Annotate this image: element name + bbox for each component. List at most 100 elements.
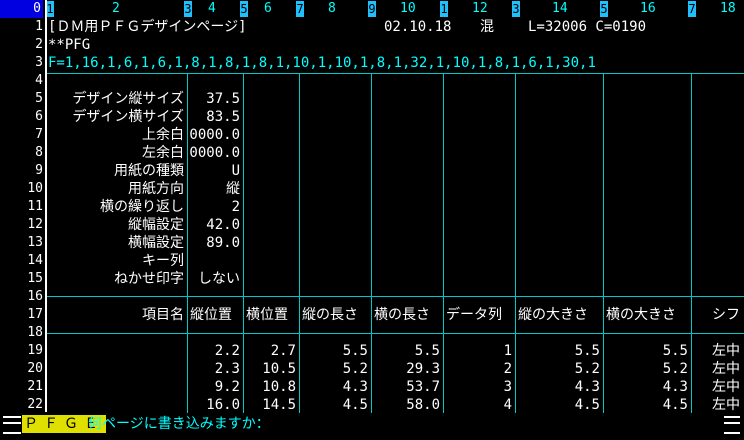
table-cell[interactable]: 58.0 xyxy=(372,396,440,414)
table-cell[interactable]: 5.5 xyxy=(604,342,688,360)
row-number: 12 xyxy=(27,217,43,232)
table-cell[interactable]: 2.7 xyxy=(244,342,296,360)
column-header: 横の長さ xyxy=(374,307,430,323)
header-line-info: L=32006 C=0190 xyxy=(528,19,647,35)
row-number: 18 xyxy=(27,325,43,340)
table-cell[interactable]: 2 xyxy=(444,360,512,378)
column-header: 縦の長さ xyxy=(302,307,358,323)
ruler-tick: 7 xyxy=(296,1,304,17)
menu-icon[interactable] xyxy=(724,416,740,434)
table-cell[interactable]: 4.5 xyxy=(516,396,600,414)
setting-value[interactable]: 42.0 xyxy=(188,216,240,234)
setting-value[interactable]: しない xyxy=(188,270,240,288)
column-header: データ列 xyxy=(446,307,502,323)
table-cell[interactable]: 左中 xyxy=(712,360,740,378)
setting-value[interactable]: 縦 xyxy=(188,180,240,198)
ruler-tick: 5 xyxy=(600,1,608,17)
status-bar: ＰＦＧＥ 何ページに書き込みますか： xyxy=(0,413,744,440)
setting-value[interactable]: 83.5 xyxy=(188,108,240,126)
grid-header-top-line xyxy=(47,296,744,297)
table-cell[interactable]: 4.3 xyxy=(516,378,600,396)
grid-col-line xyxy=(691,73,692,413)
setting-label: 用紙方向 xyxy=(128,181,184,197)
command-prompt[interactable]: 何ページに書き込みますか： xyxy=(88,415,270,433)
table-cell[interactable]: 9.2 xyxy=(188,378,240,396)
setting-value[interactable]: U xyxy=(188,162,240,180)
ruler-current-row: 0 xyxy=(0,0,43,18)
setting-label: 横幅設定 xyxy=(128,235,184,251)
row-number: 21 xyxy=(27,379,43,394)
table-cell[interactable]: 53.7 xyxy=(372,378,440,396)
row-number: 10 xyxy=(27,181,43,196)
setting-value[interactable]: 0000.0 xyxy=(188,126,240,144)
menu-icon[interactable] xyxy=(3,416,21,434)
column-header: シフ xyxy=(712,307,740,323)
column-ruler: 0 1 2 3 4 5 6 7 8 9 10 1 12 3 14 5 16 7 … xyxy=(0,0,744,18)
ruler-label: 18 xyxy=(720,1,736,16)
row-number: 5 xyxy=(35,91,43,106)
column-header: 横の大きさ xyxy=(606,307,676,323)
ruler-label: 12 xyxy=(472,1,488,16)
row-number: 13 xyxy=(27,235,43,250)
table-cell[interactable]: 5.2 xyxy=(516,360,600,378)
table-cell[interactable]: 4.5 xyxy=(604,396,688,414)
row-number: 7 xyxy=(35,127,43,142)
table-cell[interactable]: 5.2 xyxy=(300,360,368,378)
table-cell[interactable]: 2.2 xyxy=(188,342,240,360)
grid-header-bottom-line xyxy=(47,333,744,334)
ruler-label: 16 xyxy=(640,1,656,16)
column-header: 縦の大きさ xyxy=(518,307,588,323)
table-cell[interactable]: 左中 xyxy=(712,342,740,360)
table-cell[interactable]: 3 xyxy=(444,378,512,396)
ruler-label: 4 xyxy=(208,1,216,16)
column-header: 横位置 xyxy=(246,307,288,323)
row-number: 6 xyxy=(35,109,43,124)
ruler-tick: 1 xyxy=(46,1,54,17)
table-cell[interactable]: 14.5 xyxy=(244,396,296,414)
table-cell[interactable]: 29.3 xyxy=(372,360,440,378)
ruler-label: 8 xyxy=(328,1,336,16)
column-header-item-name: 項目名 xyxy=(142,307,184,323)
row-number: 14 xyxy=(27,253,43,268)
table-cell[interactable]: 左中 xyxy=(712,378,740,396)
ruler-tick: 1 xyxy=(440,1,448,17)
setting-label: 横の繰り返し xyxy=(100,199,184,215)
row-number: 19 xyxy=(27,343,43,358)
table-cell[interactable]: 10.8 xyxy=(244,378,296,396)
table-cell[interactable]: 4.5 xyxy=(300,396,368,414)
table-cell[interactable]: 16.0 xyxy=(188,396,240,414)
setting-label: デザイン縦サイズ xyxy=(72,91,184,107)
page-title: [ＤＭ用ＰＦＧデザインページ] xyxy=(48,19,247,35)
row-number: 20 xyxy=(27,361,43,376)
table-cell[interactable]: 4.3 xyxy=(300,378,368,396)
setting-value[interactable]: 0000.0 xyxy=(188,144,240,162)
setting-value[interactable]: 37.5 xyxy=(188,90,240,108)
table-cell[interactable]: 5.5 xyxy=(516,342,600,360)
header-mode: 混 xyxy=(480,19,494,35)
ruler-tick: 3 xyxy=(184,1,192,17)
row-number: 1 xyxy=(35,19,43,34)
table-cell[interactable]: 左中 xyxy=(712,396,740,414)
setting-value[interactable]: 2 xyxy=(188,198,240,216)
setting-label: ねかせ印字 xyxy=(114,271,184,287)
ruler-tick: 7 xyxy=(688,1,696,17)
table-cell[interactable]: 4.3 xyxy=(604,378,688,396)
ruler-tick: 3 xyxy=(512,1,520,17)
grid-top-line xyxy=(47,73,744,74)
row-number: 15 xyxy=(27,271,43,286)
row-number: 11 xyxy=(27,199,43,214)
ruler-label: 2 xyxy=(112,1,120,16)
row-number: 17 xyxy=(27,307,43,322)
setting-label: デザイン横サイズ xyxy=(72,109,184,125)
table-cell[interactable]: 10.5 xyxy=(244,360,296,378)
table-cell[interactable]: 5.5 xyxy=(372,342,440,360)
table-cell[interactable]: 5.5 xyxy=(300,342,368,360)
field-format-line: F=1,16,1,6,1,6,1,8,1,8,1,8,1,10,1,10,1,8… xyxy=(48,55,596,71)
row-number: 16 xyxy=(27,289,43,304)
header-date: 02.10.18 xyxy=(384,19,452,35)
table-cell[interactable]: 5.2 xyxy=(604,360,688,378)
setting-value[interactable]: 89.0 xyxy=(188,234,240,252)
table-cell[interactable]: 1 xyxy=(444,342,512,360)
table-cell[interactable]: 2.3 xyxy=(188,360,240,378)
table-cell[interactable]: 4 xyxy=(444,396,512,414)
